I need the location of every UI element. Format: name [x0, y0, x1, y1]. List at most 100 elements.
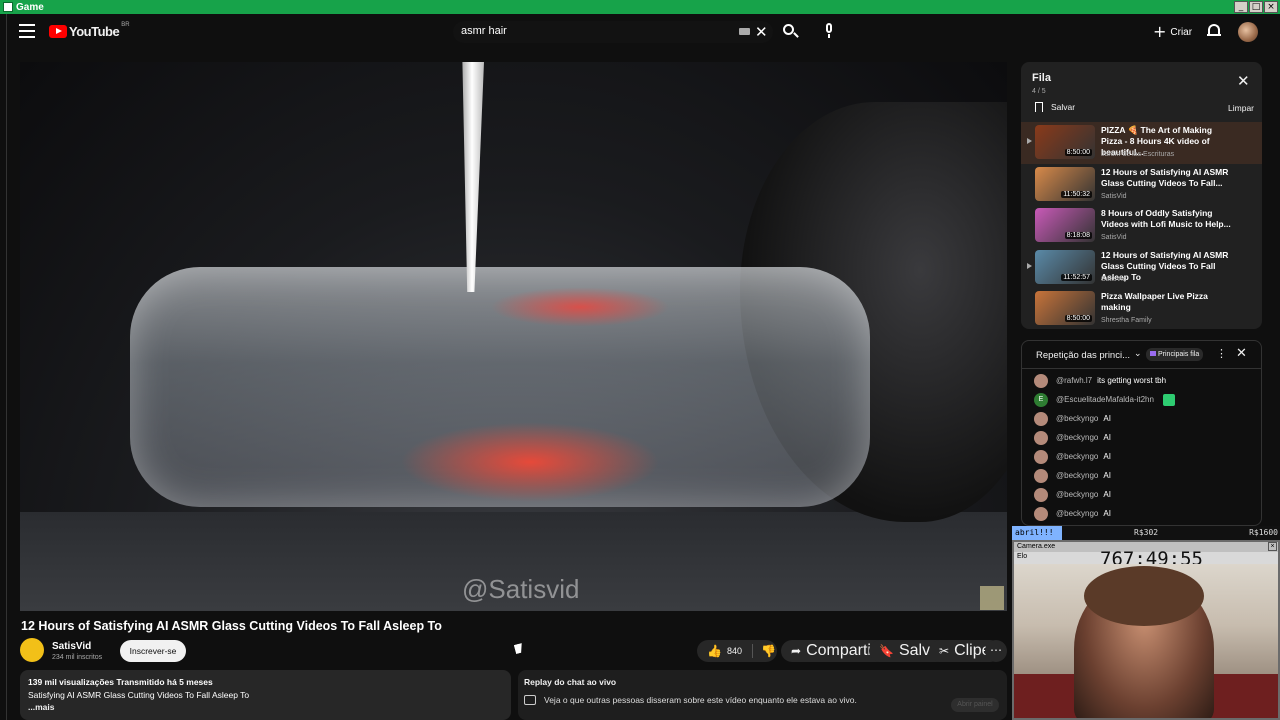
- live-chat-panel: Repetição das princi... ⌄ Principais fil…: [1021, 340, 1262, 526]
- video-player[interactable]: @Satisvid: [20, 62, 1007, 611]
- chat-username[interactable]: @beckyngo: [1056, 509, 1098, 518]
- queue-thumbnail[interactable]: 11:52:57: [1035, 249, 1095, 284]
- queue-item-channel: Shrestha Family: [1101, 317, 1152, 324]
- chat-message: @beckyngo AI: [1022, 504, 1261, 523]
- window-controls: _ □ ×: [1234, 1, 1278, 13]
- goal-target: R$1600: [1249, 528, 1278, 537]
- video-title: 12 Hours of Satisfying AI ASMR Glass Cut…: [21, 619, 442, 633]
- chat-username[interactable]: @beckyngo: [1056, 471, 1098, 480]
- chat-avatar[interactable]: [1034, 506, 1048, 521]
- close-icon: ×: [1268, 542, 1277, 551]
- webcam-feed: [1014, 564, 1278, 718]
- chat-options-icon[interactable]: ⋮: [1216, 347, 1227, 360]
- search-bar: asmr hair ✕: [453, 21, 773, 43]
- open-panel-button[interactable]: Abrir painel: [951, 698, 999, 712]
- chat-username[interactable]: @rafwh.l7: [1056, 376, 1092, 385]
- chat-avatar[interactable]: [1034, 430, 1048, 445]
- stream-timer: Elo 767:49:55: [1014, 548, 1278, 570]
- dislike-icon[interactable]: 👎: [761, 644, 776, 658]
- video-duration: 8:50:00: [1064, 315, 1092, 322]
- youtube-logo[interactable]: YouTube BR: [49, 22, 130, 39]
- video-watermark: @Satisvid: [462, 574, 580, 604]
- chat-avatar[interactable]: [1034, 468, 1048, 483]
- queue-item-title[interactable]: 12 Hours of Satisfying AI ASMR Glass Cut…: [1101, 167, 1231, 189]
- video-duration: 11:50:32: [1061, 190, 1092, 198]
- scissors-icon: ✂: [939, 644, 950, 658]
- search-icon[interactable]: [781, 22, 801, 42]
- create-button[interactable]: + Criar: [1145, 21, 1202, 43]
- queue-thumbnail[interactable]: 8:50:00: [1035, 291, 1095, 325]
- chat-mode-dropdown[interactable]: Repetição das princi...: [1036, 350, 1130, 361]
- chat-username[interactable]: @beckyngo: [1056, 433, 1098, 442]
- emoji-icon: [1162, 393, 1175, 406]
- now-playing-icon: [1027, 262, 1032, 269]
- chat-avatar[interactable]: [1034, 373, 1048, 388]
- queue-thumbnail[interactable]: 11:50:32: [1035, 166, 1095, 201]
- close-window-button[interactable]: ×: [1264, 1, 1278, 13]
- clear-queue-button[interactable]: Limpar: [1228, 103, 1254, 113]
- queue-item[interactable]: 11:52:57 12 Hours of Satisfying AI ASMR G…: [1021, 247, 1262, 289]
- subscribe-button[interactable]: Inscrever-se: [120, 640, 186, 662]
- chat-avatar[interactable]: E: [1034, 392, 1048, 407]
- notifications-bell-icon[interactable]: [1207, 23, 1221, 39]
- chat-username[interactable]: @EscuelitadeMafalda-it2hn: [1056, 395, 1154, 404]
- queue-item[interactable]: 8:50:00 Pizza Wallpaper Live Pizza making…: [1021, 288, 1262, 329]
- keyboard-icon[interactable]: [739, 28, 750, 35]
- description-box[interactable]: 139 mil visualizações Transmitido há 5 m…: [20, 670, 511, 720]
- account-avatar[interactable]: [1238, 22, 1258, 42]
- chat-avatar[interactable]: [1034, 411, 1048, 426]
- queue-item-channel: SatisVid: [1101, 275, 1127, 283]
- channel-branding-icon[interactable]: [980, 586, 1004, 610]
- top-bar: YouTube BR asmr hair ✕ + Criar: [7, 14, 1280, 48]
- search-input-value: asmr hair: [461, 25, 507, 37]
- save-queue-button[interactable]: Salvar: [1035, 102, 1075, 112]
- chat-avatar[interactable]: [1034, 449, 1048, 464]
- channel-name[interactable]: SatisVid: [52, 641, 91, 652]
- goal-current: R$302: [1134, 528, 1159, 537]
- chat-filter-badge[interactable]: Principais fila: [1146, 348, 1204, 361]
- queue-item[interactable]: 11:50:32 12 Hours of Satisfying AI ASMR G…: [1021, 164, 1262, 206]
- view-stats: 139 mil visualizações Transmitido há 5 m…: [28, 677, 213, 687]
- timer-label: Elo: [1017, 553, 1028, 560]
- chat-message: @beckyngo AI: [1022, 409, 1261, 428]
- show-more-link[interactable]: ...mais: [28, 702, 503, 712]
- plus-icon: +: [1153, 22, 1167, 41]
- live-chat-replay-box: Replay do chat ao vivo Veja o que outras…: [518, 670, 1007, 720]
- stream-overlay: abril!!! R$302 R$1600 Camera.exe × Elo 7…: [1012, 526, 1280, 720]
- close-queue-icon[interactable]: ✕: [1237, 72, 1250, 90]
- queue-item[interactable]: 8:18:08 8 Hours of Oddly Satisfying Video…: [1021, 205, 1262, 247]
- chat-text: its getting worst tbh: [1097, 376, 1167, 385]
- clear-search-icon[interactable]: ✕: [755, 23, 768, 41]
- queue-thumbnail[interactable]: 8:50:00: [1035, 125, 1095, 159]
- channel-avatar[interactable]: [20, 638, 44, 662]
- video-duration: 11:52:57: [1061, 273, 1092, 281]
- chat-message: E @EscuelitadeMafalda-it2hn: [1022, 390, 1261, 409]
- minimize-button[interactable]: _: [1234, 1, 1248, 13]
- queue-count: 4 / 5: [1032, 88, 1046, 95]
- queue-item[interactable]: 8:50:00 PIZZA 🍕 The Art of Making Pizza -…: [1021, 122, 1262, 164]
- close-chat-icon[interactable]: ✕: [1236, 346, 1247, 361]
- chat-username[interactable]: @beckyngo: [1056, 490, 1098, 499]
- chat-replay-title: Replay do chat ao vivo: [524, 677, 617, 687]
- youtube-play-icon: [49, 25, 67, 38]
- maximize-button[interactable]: □: [1249, 1, 1263, 13]
- now-playing-icon: [1027, 138, 1032, 144]
- chat-avatar[interactable]: [1034, 487, 1048, 502]
- queue-item-channel: SatisVid: [1101, 234, 1127, 241]
- like-count[interactable]: 840: [727, 646, 742, 656]
- queue-item-title[interactable]: 8 Hours of Oddly Satisfying Videos with …: [1101, 208, 1231, 230]
- queue-thumbnail[interactable]: 8:18:08: [1035, 208, 1095, 242]
- chevron-down-icon[interactable]: ⌄: [1134, 349, 1142, 359]
- chat-username[interactable]: @beckyngo: [1056, 414, 1098, 423]
- like-icon[interactable]: 👍: [707, 644, 722, 658]
- description-text: Satisfying AI ASMR Glass Cutting Videos …: [28, 690, 250, 700]
- donation-goal-bar: abril!!! R$302 R$1600: [1012, 526, 1280, 540]
- queue-item-title[interactable]: Pizza Wallpaper Live Pizza making: [1101, 291, 1231, 313]
- mouse-cursor-icon: [513, 643, 525, 654]
- menu-icon[interactable]: [19, 24, 35, 38]
- microphone-icon[interactable]: [821, 22, 837, 40]
- more-actions-icon[interactable]: ⋯: [985, 640, 1007, 662]
- queue-item-channel: SatisVid: [1101, 192, 1127, 200]
- chat-username[interactable]: @beckyngo: [1056, 452, 1098, 461]
- bookmark-icon: [1035, 102, 1043, 112]
